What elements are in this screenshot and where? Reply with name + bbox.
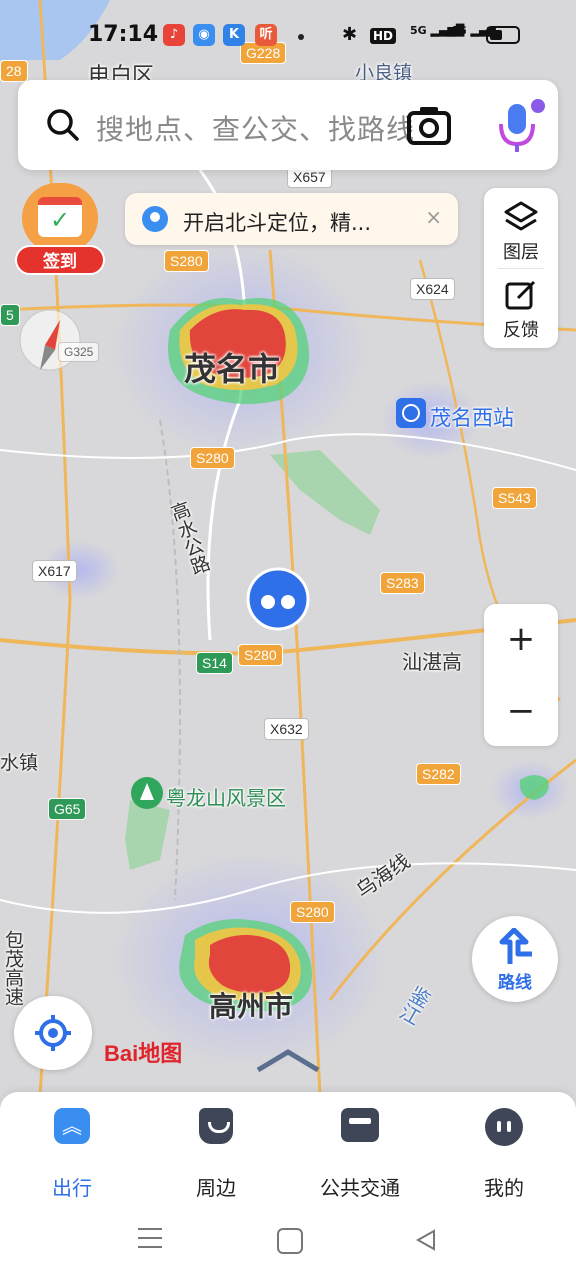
dot-icon: [298, 34, 304, 40]
crosshair-icon: [35, 1015, 71, 1051]
location-pin-icon: [142, 206, 168, 232]
road-badge: S280: [190, 447, 235, 469]
tab-label[interactable]: 我的: [432, 1172, 576, 1201]
road-badge: X624: [410, 278, 455, 300]
beidou-toast[interactable]: 开启北斗定位，精... ×: [125, 193, 458, 245]
network-label: 4G: [450, 24, 467, 37]
menu-icon[interactable]: [138, 1228, 162, 1248]
search-input[interactable]: 搜地点、查公交、找路线: [96, 108, 415, 148]
bottom-nav: ︽ 出行 周边 公共交通 我的: [0, 1092, 576, 1202]
road-badge: S14: [196, 652, 233, 674]
network-label: 5G: [410, 24, 427, 37]
tab-transit[interactable]: 公共交通: [288, 1108, 432, 1200]
bluetooth-icon: ✱: [342, 24, 358, 45]
feedback-label[interactable]: 反馈: [484, 316, 558, 342]
tab-label[interactable]: 周边: [144, 1172, 288, 1201]
zoom-in-button[interactable]: +: [484, 604, 558, 674]
road-badge: S280: [290, 901, 335, 923]
route-label[interactable]: 路线: [472, 968, 558, 993]
layers-label[interactable]: 图层: [484, 238, 558, 264]
voice-assistant-icon[interactable]: [496, 98, 548, 154]
station-icon: [396, 398, 426, 428]
tab-label[interactable]: 公共交通: [288, 1172, 432, 1201]
k-app-icon: K: [223, 24, 245, 46]
toast-message: 开启北斗定位，精...: [183, 211, 372, 235]
system-nav-bar: [0, 1202, 576, 1280]
status-time: 17:14: [88, 22, 159, 47]
road-badge: S280: [164, 250, 209, 272]
road-badge: 5: [0, 304, 20, 326]
tab-travel[interactable]: ︽ 出行: [0, 1108, 144, 1200]
divider: [498, 268, 544, 269]
road-badge: S282: [416, 763, 461, 785]
road-badge: X632: [264, 718, 309, 740]
baidu-map-logo: Bai地图: [104, 1041, 183, 1066]
bus-sign-icon: [341, 1108, 379, 1142]
road-label: 包茂高速: [2, 930, 24, 1006]
road-label: 汕湛高: [402, 650, 462, 674]
tab-label[interactable]: 出行: [0, 1172, 144, 1201]
scenic-label[interactable]: 粤龙山风景区: [166, 782, 286, 811]
tab-me[interactable]: 我的: [432, 1108, 576, 1200]
road-badge: S543: [492, 487, 537, 509]
zoom-out-button[interactable]: −: [484, 676, 558, 746]
bag-icon: [199, 1108, 233, 1144]
road-badge: X617: [32, 560, 77, 582]
tab-nearby[interactable]: 周边: [144, 1108, 288, 1200]
map-tools-panel: 图层 反馈: [484, 188, 558, 348]
camera-icon[interactable]: [406, 104, 452, 146]
listen-app-icon: 听: [255, 24, 277, 46]
road-badge: S283: [380, 572, 425, 594]
route-button[interactable]: 路线: [472, 916, 558, 1002]
home-icon[interactable]: [277, 1228, 303, 1254]
station-label[interactable]: 茂名西站: [430, 402, 514, 432]
calendar-check-icon: ✓: [22, 183, 98, 253]
chat-app-icon: ◉: [193, 24, 215, 46]
city-label-gaozhou[interactable]: 高州市: [209, 985, 293, 1025]
travel-icon: ︽: [54, 1108, 90, 1144]
back-icon[interactable]: [414, 1228, 438, 1252]
road-badge: G65: [48, 798, 87, 820]
battery-icon: [486, 26, 520, 44]
hd-icon: HD: [370, 28, 397, 44]
avatar-icon: [485, 1108, 523, 1146]
checkin-label[interactable]: 签到: [15, 245, 105, 275]
checkin-widget[interactable]: ✓ 签到: [12, 183, 108, 275]
road-badge: G325: [58, 342, 100, 362]
city-label-maoming[interactable]: 茂名市: [184, 344, 280, 390]
search-icon: [47, 109, 79, 141]
binoculars-marker-icon: [246, 567, 310, 631]
road-badge: S280: [238, 644, 283, 666]
search-bar[interactable]: 搜地点、查公交、找路线: [18, 80, 558, 170]
music-app-icon: ♪: [163, 24, 185, 46]
route-arrow-icon: [499, 928, 532, 964]
feedback-icon[interactable]: [504, 280, 538, 312]
layers-icon[interactable]: [503, 200, 539, 234]
town-label[interactable]: 水镇: [0, 748, 38, 775]
zoom-controls: + −: [484, 604, 558, 746]
status-bar: 17:14 ♪ ◉ K 听 ✱ HD 5G ▂▄▆█ 4G ▂▄▆: [0, 0, 576, 70]
locate-button[interactable]: [14, 996, 92, 1070]
close-icon[interactable]: ×: [425, 205, 442, 229]
